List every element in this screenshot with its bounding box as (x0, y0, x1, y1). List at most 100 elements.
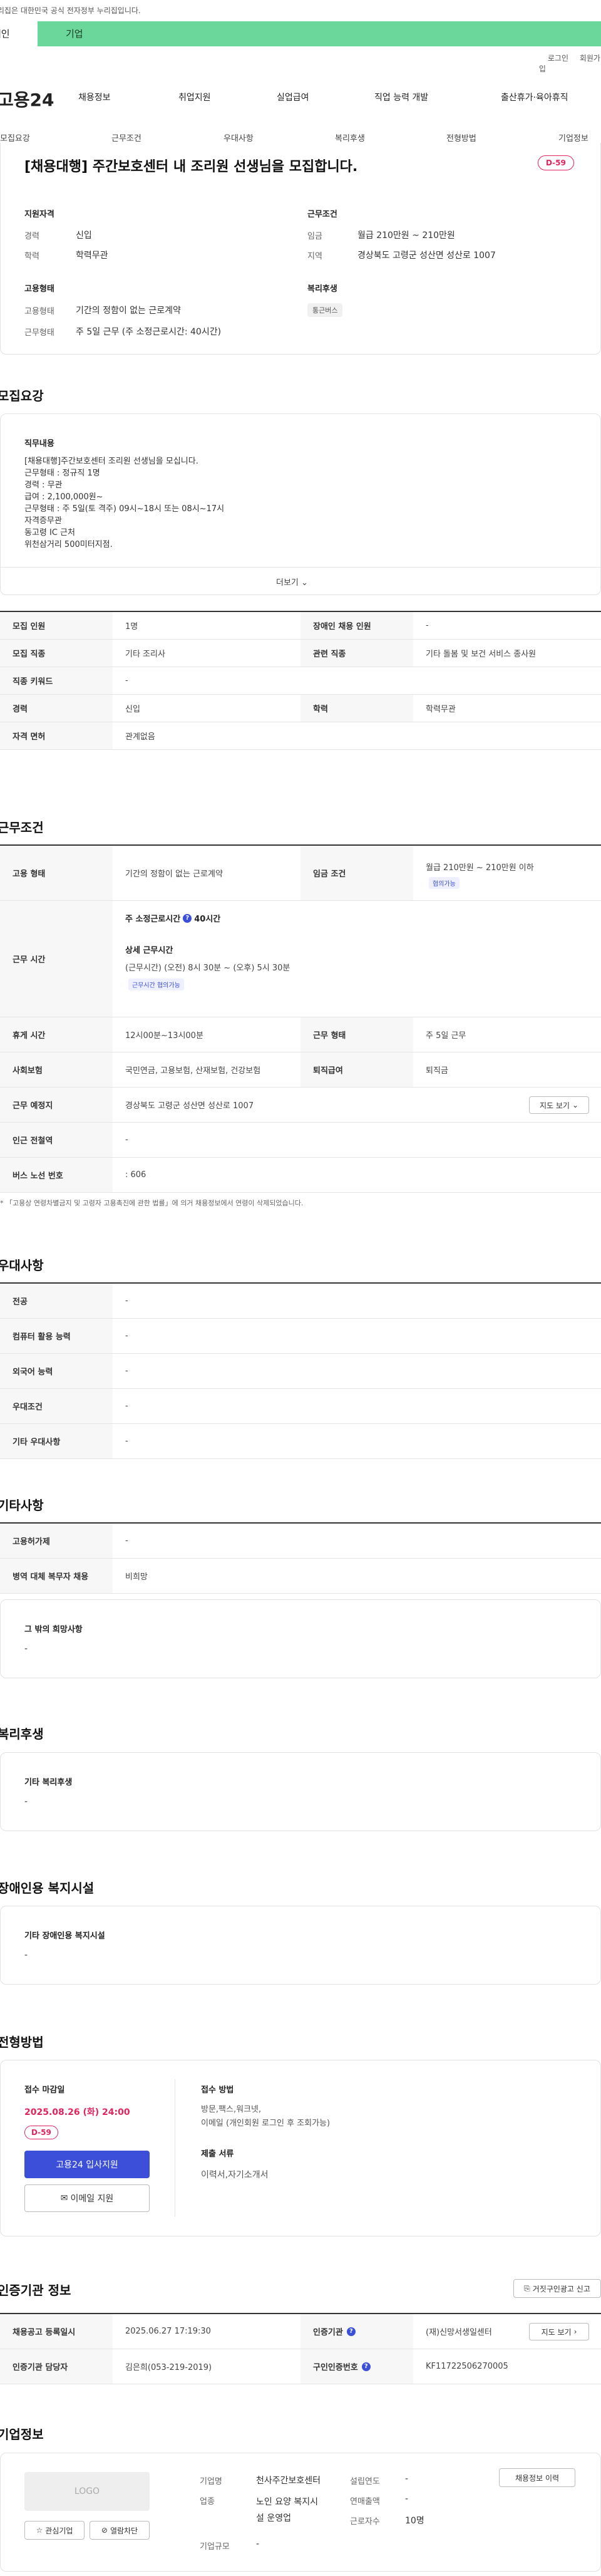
recruit-table: 모집 인원 1명 장애인 채용 인원 - 모집 직종 기타 조리사 관련 직종 … (0, 611, 601, 750)
method-heading: 접수 방법 (201, 2085, 234, 2095)
qual-value: 신입 (76, 231, 92, 241)
row-label: 인증기관 담당자 (0, 2349, 113, 2384)
qual-label: 경력 (24, 232, 39, 241)
map-button[interactable]: 지도 보기 ⌄ (529, 1096, 589, 1114)
deadline-heading: 접수 마감일 (24, 2085, 65, 2095)
section-nav-welfare[interactable]: 복리후생 (335, 132, 365, 143)
disabled-box-value: - (24, 1950, 28, 1960)
welfare-heading: 복리후생 (307, 284, 337, 294)
table-row: 경력 신입 학력 학력무관 (0, 695, 601, 722)
detail-heading: 상세 근무시간 (125, 946, 173, 955)
row-value: 퇴직금 (426, 1066, 448, 1076)
row-value: - (125, 1401, 128, 1411)
duty-divider (1, 567, 600, 568)
section-nav-company[interactable]: 기업정보 (558, 132, 588, 143)
etc-table: 고용허가제 - 병역 대체 복무자 채용 비희망 (0, 1522, 601, 1594)
row-value: - (125, 1536, 128, 1545)
more-button[interactable]: 더보기 ⌄ (276, 576, 308, 588)
row-label: 퇴직급여 (300, 1052, 413, 1087)
email-apply-button[interactable]: ✉ 이메일 지원 (24, 2184, 150, 2212)
cert-map-button[interactable]: 지도 보기 › (529, 2323, 589, 2340)
row-value: 기타 돌봄 및 보건 서비스 종사원 (426, 650, 537, 659)
cert-heading: 인증기관 정보 (0, 2283, 71, 2298)
emp-label: 근무형태 (24, 328, 54, 338)
qual-heading: 지원자격 (24, 210, 54, 219)
cond-heading: 근무조건 (307, 210, 337, 219)
screen-dday-badge: D-59 (24, 2126, 58, 2139)
weekly-value: 40시간 (194, 915, 221, 924)
age-notice: * 「고용상 연령차별금지 및 고령자 고용촉진에 관한 법률」에 의거 채용정… (0, 1199, 304, 1207)
info-icon[interactable]: ? (346, 2327, 356, 2336)
row-value: 12시00분~13시00분 (125, 1031, 203, 1041)
apply-button[interactable]: 고용24 입사지원 (24, 2151, 150, 2178)
screen-heading: 전형방법 (0, 2035, 44, 2050)
row-value: 비희망 (125, 1572, 148, 1582)
row-value: - (125, 1296, 128, 1306)
info-icon[interactable]: ? (361, 2362, 371, 2371)
pref-table: 전공 - 컴퓨터 활용 능력 - 외국어 능력 - 우대조건 - 기타 우대사항… (0, 1282, 601, 1459)
cond-label: 지역 (307, 252, 322, 261)
detail-value: (근무시간) (오전) 8시 30분 ~ (오후) 5시 30분 (125, 963, 290, 973)
tab-personal[interactable]: 개인 (0, 21, 38, 46)
chevron-right-icon: › (573, 2327, 577, 2336)
info-icon[interactable]: ? (183, 913, 192, 923)
table-row: 버스 노선 번호 : 606 (0, 1158, 601, 1193)
company-name-label: 기업명 (200, 2477, 222, 2486)
section-nav-recruit[interactable]: 모집요강 (0, 132, 30, 143)
row-label: 고용허가제 (0, 1524, 113, 1558)
deadline-value: 2025.08.26 (화) 24:00 (24, 2107, 130, 2117)
table-row: 근무 예정지 경상북도 고령군 성산면 성산로 1007 지도 보기 ⌄ (0, 1088, 601, 1123)
table-row: 인근 전철역 - (0, 1123, 601, 1158)
row-label: 버스 노선 번호 (0, 1158, 113, 1192)
company-heading: 기업정보 (0, 2427, 44, 2442)
row-label: 외국어 능력 (0, 1354, 113, 1388)
company-sales-label: 연매출액 (350, 2497, 380, 2506)
cond-value: 경상북도 고령군 성산면 성산로 1007 (357, 251, 496, 261)
site-logo[interactable]: 고용24 (0, 86, 54, 112)
row-label: 임금 조건 (300, 846, 413, 900)
row-value: 신입 (125, 705, 140, 714)
row-value: 주 5일 근무 (426, 1031, 466, 1041)
row-value: 관계없음 (125, 732, 155, 742)
row-value: - (426, 621, 429, 630)
row-value: 2025.06.27 17:19:30 (125, 2327, 211, 2336)
company-emp-label: 근로자수 (350, 2517, 380, 2527)
section-nav-work[interactable]: 근무조건 (111, 132, 141, 143)
report-button[interactable]: ⎘ 거짓구인광고 신고 (513, 2279, 601, 2298)
gnb-item-parental-leave[interactable]: 출산휴가·육아휴직 (501, 81, 601, 113)
method-value: 방문,팩스,워크넷, 이메일 (개인회원 로그인 후 조회가능) (201, 2105, 331, 2128)
tab-company[interactable]: 기업 (38, 21, 601, 46)
table-row: 고용허가제 - (0, 1524, 601, 1559)
more-label: 더보기 (276, 578, 299, 588)
disabled-heading: 장애인용 복지시설 (0, 1881, 95, 1896)
disabled-card: 기타 장애인용 복지시설 - (0, 1906, 601, 1985)
section-nav-screen[interactable]: 전형방법 (446, 132, 476, 143)
job-history-button[interactable]: 채용정보 이력 (499, 2468, 575, 2487)
disabled-box-heading: 기타 장애인용 복지시설 (24, 1931, 105, 1941)
welfare-card: 기타 복리후생 - (0, 1752, 601, 1831)
table-row: 근무 시간 주 소정근로시간 ? 40시간 상세 근무시간 (근무시간) (오전… (0, 901, 601, 1017)
favorite-company-button[interactable]: ☆ 관심기업 (24, 2521, 85, 2540)
table-row: 모집 인원 1명 장애인 채용 인원 - (0, 612, 601, 640)
table-row: 모집 직종 기타 조리사 관련 직종 기타 돌봄 및 보건 서비스 종사원 (0, 640, 601, 667)
table-row: 직종 키워드 - (0, 667, 601, 695)
row-label: 우대조건 (0, 1389, 113, 1423)
chevron-down-icon: ⌄ (572, 1101, 579, 1109)
block-view-button[interactable]: ⊘ 열람차단 (90, 2521, 150, 2540)
row-value: 학력무관 (426, 705, 456, 714)
row-label: 근무 시간 (0, 901, 113, 1017)
row-value: (재)신망서생일센터 (426, 2328, 492, 2337)
row-value: 국민연금, 고용보험, 산재보험, 건강보험 (125, 1066, 261, 1076)
login-link[interactable]: 로그인 (548, 54, 568, 63)
row-label: 휴게 시간 (0, 1017, 113, 1052)
duty-card: 직무내용 [채용대행]주간보호센터 조리원 선생님을 모십니다. 근무형태 : … (0, 413, 601, 595)
qual-label: 학력 (24, 252, 39, 261)
section-nav-pref[interactable]: 우대사항 (223, 132, 254, 143)
row-label: 인증기관 ? (300, 2314, 413, 2349)
welfare-chip: 통근버스 (307, 303, 343, 317)
row-value: - (125, 1436, 128, 1446)
docs-heading: 제출 서류 (201, 2149, 234, 2159)
company-sales-value: - (405, 2494, 409, 2504)
company-est-value: - (405, 2474, 409, 2484)
table-row: 기타 우대사항 - (0, 1424, 601, 1459)
